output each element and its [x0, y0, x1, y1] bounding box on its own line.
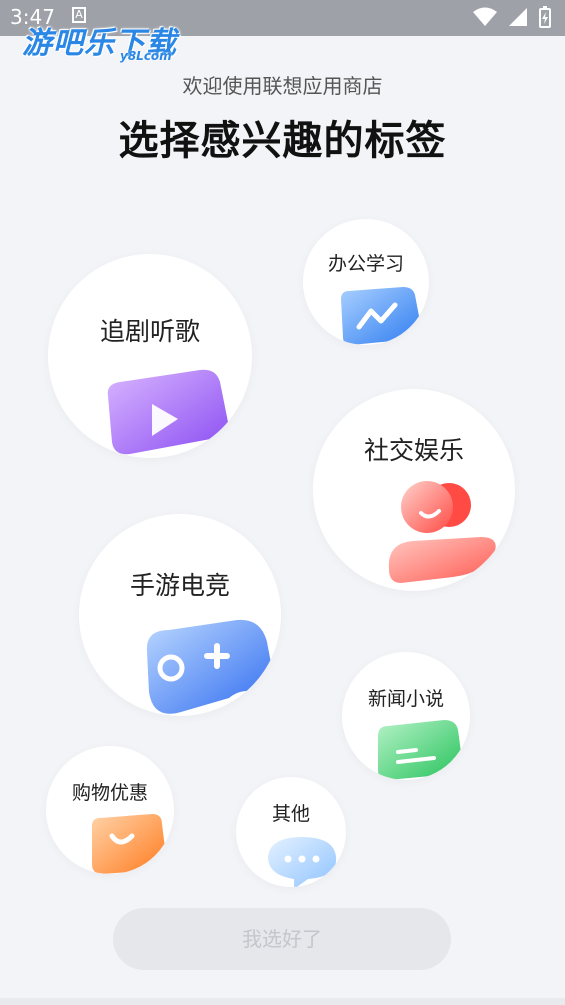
chat-bubble-icon — [268, 837, 337, 887]
tag-label: 其他 — [271, 803, 310, 825]
welcome-text: 欢迎使用联想应用商店 — [182, 74, 383, 98]
signal-icon — [509, 8, 527, 26]
tag-label: 追剧听歌 — [99, 317, 200, 346]
news-icon — [378, 720, 463, 780]
tag-label: 手游电竞 — [129, 571, 230, 600]
chart-folder-icon — [341, 287, 422, 345]
tag-music-video[interactable]: 追剧听歌 — [48, 254, 252, 458]
tag-label: 社交娱乐 — [363, 436, 464, 465]
tag-label: 办公学习 — [327, 253, 404, 275]
tag-office-study[interactable]: 办公学习 — [303, 219, 429, 345]
nav-bar — [0, 998, 565, 1005]
status-icons — [473, 6, 551, 28]
wifi-icon — [473, 7, 497, 26]
tag-shopping-deals[interactable]: 购物优惠 — [46, 746, 174, 874]
tag-label: 新闻小说 — [367, 688, 444, 710]
battery-icon — [539, 6, 551, 28]
people-icon — [388, 481, 496, 583]
tag-social-fun[interactable]: 社交娱乐 — [313, 389, 515, 591]
tag-mobile-gaming[interactable]: 手游电竞 — [79, 514, 281, 716]
gamepad-icon — [146, 619, 274, 714]
confirm-button[interactable]: 我选好了 — [113, 908, 451, 970]
watermark-sub: y8Lcom — [120, 49, 172, 63]
shopping-bag-icon — [92, 814, 166, 874]
page-title: 选择感兴趣的标签 — [118, 118, 447, 164]
video-play-icon — [107, 369, 229, 455]
tag-news-novel[interactable]: 新闻小说 — [342, 652, 470, 780]
tag-other[interactable]: 其他 — [236, 777, 346, 887]
tag-label: 购物优惠 — [71, 782, 148, 804]
